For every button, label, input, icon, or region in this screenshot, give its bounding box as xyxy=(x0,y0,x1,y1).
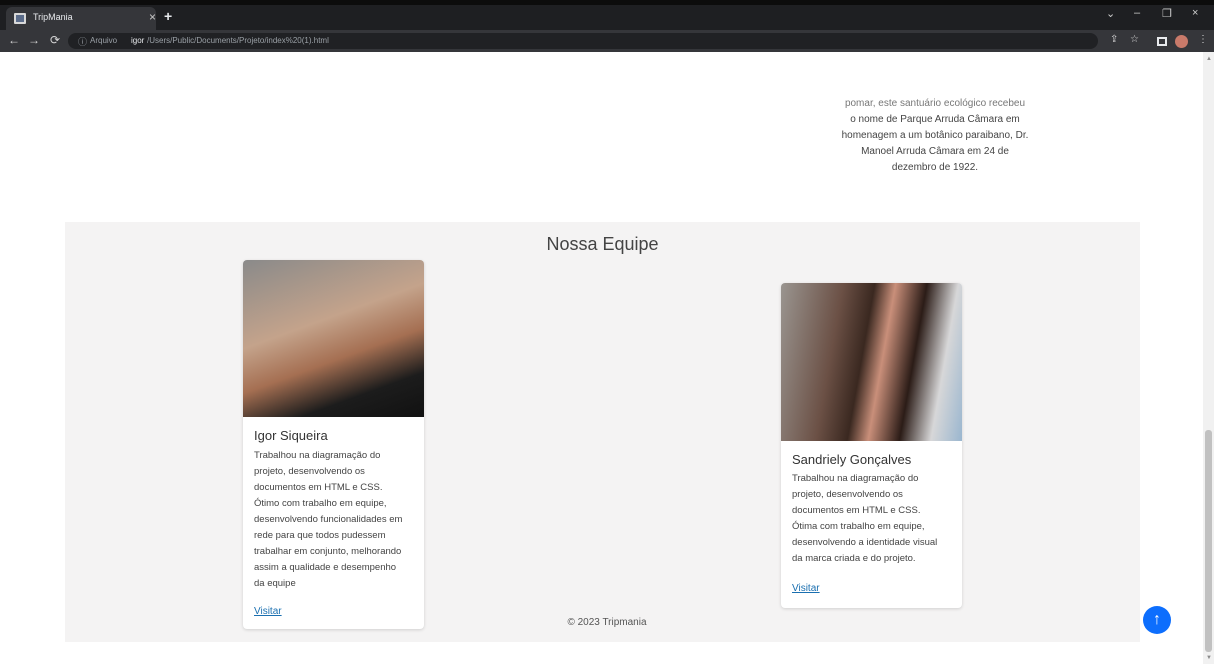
member-name: Sandriely Gonçalves xyxy=(792,452,912,467)
window-top-edge xyxy=(0,0,1214,5)
member-name: Igor Siqueira xyxy=(254,428,328,443)
scroll-down-icon[interactable]: ▼ xyxy=(1206,655,1212,661)
reload-button[interactable]: ⟳ xyxy=(50,33,60,47)
bookmark-star-icon[interactable]: ☆ xyxy=(1130,34,1139,45)
new-tab-button[interactable]: + xyxy=(164,8,172,24)
description-line: Ótima com trabalho em equipe, xyxy=(792,521,925,532)
description-line: trabalhar em conjunto, melhorando xyxy=(254,546,402,557)
browser-toolbar: ← → ⟳ ⓘ Arquivo igor /Users/Public/Docum… xyxy=(0,30,1214,52)
tab-title: TripMania xyxy=(33,12,73,22)
team-section-title: Nossa Equipe xyxy=(546,234,659,254)
member-photo xyxy=(781,283,962,441)
history-line: pomar, este santuário ecológico recebeu xyxy=(844,98,1026,109)
description-line: da equipe xyxy=(254,578,296,589)
side-panel-icon[interactable] xyxy=(1157,37,1167,46)
description-line: projeto, desenvolvendo os xyxy=(792,489,903,500)
history-line: Manoel Arruda Câmara em 24 de xyxy=(861,146,1009,157)
visit-link[interactable]: Visitar xyxy=(792,583,820,594)
tab-search-icon[interactable]: ⌄ xyxy=(1106,7,1115,20)
description-line: da marca criada e do projeto. xyxy=(792,553,916,564)
description-line: Trabalhou na diagramação do xyxy=(254,450,381,461)
history-line: homenagem a um botânico paraibano, Dr. xyxy=(841,130,1029,141)
team-card-sandriely: Sandriely Gonçalves Trabalhou na diagram… xyxy=(781,283,962,608)
scrollbar-thumb[interactable] xyxy=(1205,430,1212,652)
description-line: Trabalhou na diagramação do xyxy=(792,473,919,484)
member-description: Trabalhou na diagramação do projeto, des… xyxy=(254,448,419,592)
member-description: Trabalhou na diagramação do projeto, des… xyxy=(792,471,957,567)
park-history-text: pomar, este santuário ecológico recebeu … xyxy=(832,96,1038,176)
description-line: desenvolvendo a identidade visual xyxy=(792,537,938,548)
address-host: igor xyxy=(131,36,145,45)
favicon-icon xyxy=(14,13,26,24)
team-card-igor: Igor Siqueira Trabalhou na diagramação d… xyxy=(243,260,424,629)
description-line: documentos em HTML e CSS. xyxy=(792,505,921,516)
description-line: projeto, desenvolvendo os xyxy=(254,466,365,477)
forward-button[interactable]: → xyxy=(28,33,40,47)
share-icon[interactable]: ⇪ xyxy=(1110,34,1118,45)
description-line: desenvolvendo funcionalidades em xyxy=(254,514,403,525)
visit-link[interactable]: Visitar xyxy=(254,606,282,617)
address-bar[interactable]: ⓘ Arquivo igor /Users/Public/Documents/P… xyxy=(68,33,1098,49)
minimize-button[interactable]: – xyxy=(1134,7,1140,19)
history-line: o nome de Parque Arruda Câmara em xyxy=(850,114,1020,125)
back-to-top-button[interactable]: ↑ xyxy=(1143,606,1171,634)
browser-tab-strip: TripMania × + ⌄ – ❐ × xyxy=(0,0,1214,30)
back-button[interactable]: ← xyxy=(8,33,20,47)
description-line: assim a qualidade e desempenho xyxy=(254,562,397,573)
description-line: documentos em HTML e CSS. xyxy=(254,482,383,493)
page-viewport: pomar, este santuário ecológico recebeu … xyxy=(0,52,1214,664)
team-section: Nossa Equipe Igor Siqueira Trabalhou na … xyxy=(65,222,1140,642)
description-line: rede para que todos pudessem xyxy=(254,530,386,541)
address-scheme-label: Arquivo xyxy=(90,36,118,45)
profile-avatar[interactable] xyxy=(1175,35,1188,48)
browser-tab[interactable]: TripMania × xyxy=(6,7,156,30)
history-line: dezembro de 1922. xyxy=(891,162,979,173)
address-path: /Users/Public/Documents/Projeto/index%20… xyxy=(147,36,329,45)
tab-close-icon[interactable]: × xyxy=(149,10,156,24)
member-photo xyxy=(243,260,424,417)
description-line: Ótimo com trabalho em equipe, xyxy=(254,498,387,509)
close-window-button[interactable]: × xyxy=(1192,7,1198,19)
site-info-icon[interactable]: ⓘ xyxy=(78,35,87,48)
footer-copyright: © 2023 Tripmania xyxy=(567,617,647,628)
restore-button[interactable]: ❐ xyxy=(1162,7,1172,20)
browser-menu-icon[interactable]: ⋮ xyxy=(1198,34,1208,45)
scroll-up-icon[interactable]: ▲ xyxy=(1206,56,1212,62)
